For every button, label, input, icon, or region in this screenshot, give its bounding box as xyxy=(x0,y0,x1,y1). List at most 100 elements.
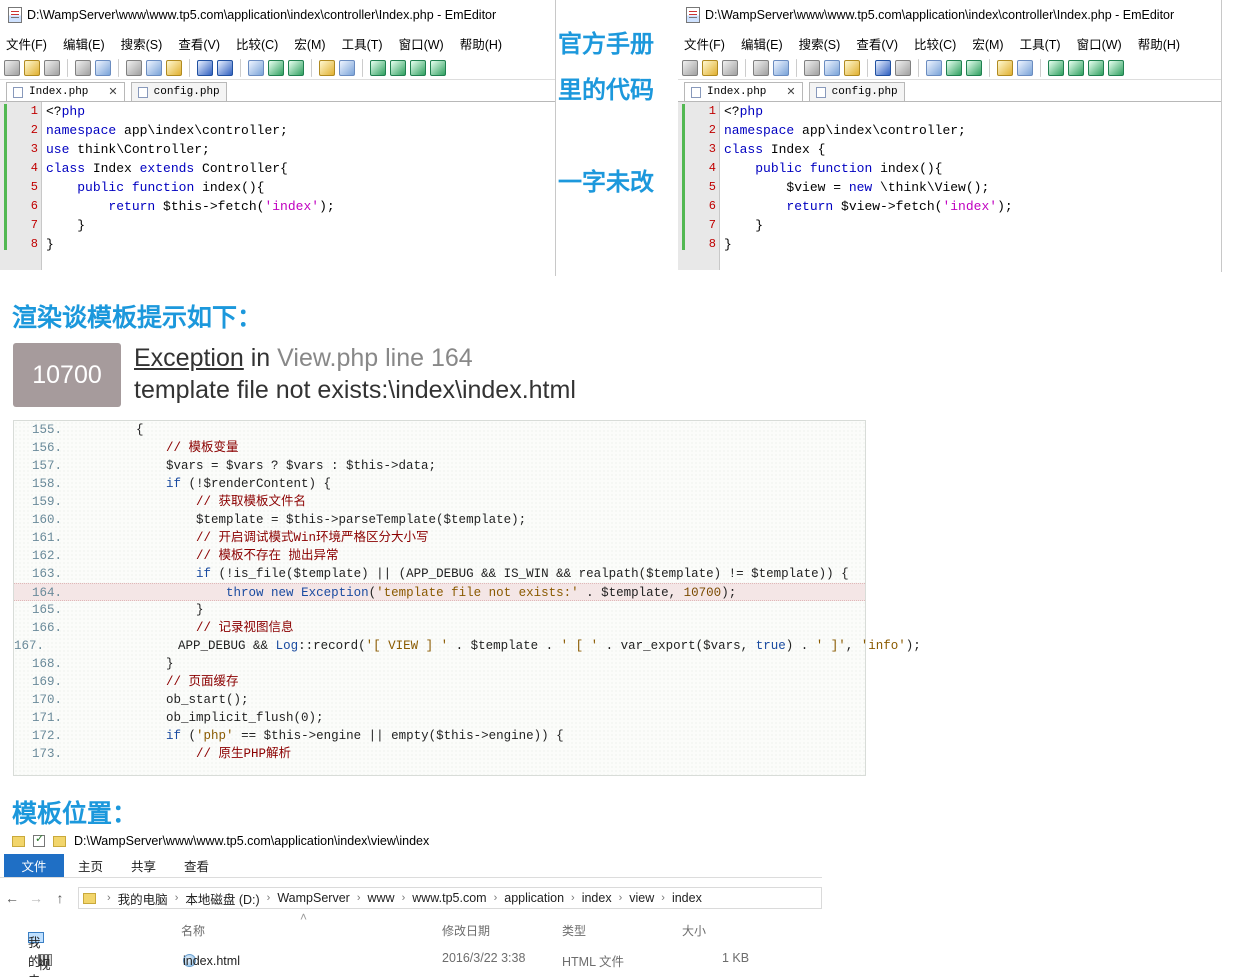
menu-edit[interactable]: 编辑(E) xyxy=(63,34,105,53)
breadcrumb-tp5[interactable]: www.tp5.com xyxy=(412,891,486,905)
menu-help[interactable]: 帮助(H) xyxy=(460,34,502,53)
menu-file[interactable]: 文件(F) xyxy=(684,34,725,53)
print-icon[interactable] xyxy=(75,59,91,76)
exception-type-link[interactable]: Exception xyxy=(134,344,244,372)
tab-config-php[interactable]: config.php xyxy=(808,82,905,101)
filter-icon[interactable] xyxy=(339,59,355,76)
window-mode-icon[interactable] xyxy=(430,59,446,76)
file-row[interactable]: 视频 index.html 2016/3/22 3:38 HTML 文件 1 K… xyxy=(0,948,822,972)
undo-icon[interactable] xyxy=(197,59,213,76)
code-editor[interactable]: 1 2 3 4 5 6 7 8 <?php namespace app\inde… xyxy=(0,102,555,270)
replace-icon[interactable] xyxy=(319,59,335,76)
close-tab-icon[interactable]: ✕ xyxy=(108,85,117,99)
new-folder-icon[interactable] xyxy=(53,835,66,847)
open-folder-icon[interactable] xyxy=(702,59,718,76)
document-tabs: Index.php ✕ config.php xyxy=(0,80,555,102)
menu-help[interactable]: 帮助(H) xyxy=(1138,34,1180,53)
ribbon-tab-file[interactable]: 文件 xyxy=(4,854,64,877)
tab-index-php[interactable]: Index.php ✕ xyxy=(6,82,125,101)
new-file-icon[interactable] xyxy=(4,59,20,76)
cut-icon[interactable] xyxy=(126,59,142,76)
folder-icon xyxy=(12,835,25,847)
print-icon[interactable] xyxy=(753,59,769,76)
cut-icon[interactable] xyxy=(804,59,820,76)
toolbar xyxy=(678,56,1221,80)
back-arrow-icon[interactable]: ← xyxy=(0,890,24,906)
code-editor[interactable]: 1 2 3 4 5 6 7 8 <?php namespace app\inde… xyxy=(678,102,1221,270)
print-preview-icon[interactable] xyxy=(773,59,789,76)
save-icon[interactable] xyxy=(722,59,738,76)
up-arrow-icon[interactable]: ↑ xyxy=(48,890,72,906)
forward-arrow-icon[interactable]: → xyxy=(24,890,48,906)
menu-compare[interactable]: 比较(C) xyxy=(236,34,278,53)
filter-icon[interactable] xyxy=(1017,59,1033,76)
ribbon-tab-home[interactable]: 主页 xyxy=(64,854,117,877)
replace-icon[interactable] xyxy=(997,59,1013,76)
paste-icon[interactable] xyxy=(166,59,182,76)
paste-icon[interactable] xyxy=(844,59,860,76)
tab-index-php[interactable]: Index.php ✕ xyxy=(684,82,803,101)
line-number: 8 xyxy=(708,237,716,251)
menu-view[interactable]: 查看(V) xyxy=(856,34,898,53)
ribbon-tab-share[interactable]: 共享 xyxy=(117,854,170,877)
annotation-unchanged: 一字未改 xyxy=(558,168,654,196)
find-icon[interactable] xyxy=(926,59,942,76)
find-icon[interactable] xyxy=(248,59,264,76)
find-previous-icon[interactable] xyxy=(288,59,304,76)
find-next-icon[interactable] xyxy=(268,59,284,76)
line-number: 3 xyxy=(30,142,38,156)
line-number: 5 xyxy=(708,180,716,194)
menu-compare[interactable]: 比较(C) xyxy=(914,34,956,53)
breadcrumb-local-disk[interactable]: 本地磁盘 (D:) xyxy=(185,889,259,908)
new-file-icon[interactable] xyxy=(682,59,698,76)
breadcrumb-my-computer[interactable]: 我的电脑 xyxy=(118,889,168,908)
menu-macro[interactable]: 宏(M) xyxy=(972,34,1003,53)
word-wrap-icon[interactable] xyxy=(370,59,386,76)
menu-edit[interactable]: 编辑(E) xyxy=(741,34,783,53)
copy-icon[interactable] xyxy=(146,59,162,76)
menu-file[interactable]: 文件(F) xyxy=(6,34,47,53)
ribbon-tab-view[interactable]: 查看 xyxy=(170,854,223,877)
word-wrap-icon[interactable] xyxy=(1048,59,1064,76)
breadcrumb-view[interactable]: view xyxy=(629,891,654,905)
window-mode-icon[interactable] xyxy=(1108,59,1124,76)
menu-window[interactable]: 窗口(W) xyxy=(1077,34,1122,53)
tab-label: Index.php xyxy=(29,86,89,98)
menu-view[interactable]: 查看(V) xyxy=(178,34,220,53)
undo-icon[interactable] xyxy=(875,59,891,76)
print-preview-icon[interactable] xyxy=(95,59,111,76)
save-icon[interactable] xyxy=(44,59,60,76)
refresh-icon[interactable] xyxy=(410,59,426,76)
code-lines: <?php namespace app\index\controller; cl… xyxy=(720,102,1221,270)
menu-search[interactable]: 搜索(S) xyxy=(121,34,163,53)
redo-icon[interactable] xyxy=(217,59,233,76)
breadcrumb-index[interactable]: index xyxy=(582,891,612,905)
properties-icon[interactable] xyxy=(33,832,45,847)
open-folder-icon[interactable] xyxy=(24,59,40,76)
tab-label: config.php xyxy=(831,86,898,98)
document-tabs: Index.php ✕ config.php xyxy=(678,80,1221,102)
sidebar-row: 我的电脑 xyxy=(0,926,822,977)
menu-macro[interactable]: 宏(M) xyxy=(294,34,325,53)
tab-config-php[interactable]: config.php xyxy=(130,82,227,101)
breadcrumb-index-current[interactable]: index xyxy=(672,891,702,905)
code-line: <?php xyxy=(724,104,764,119)
breadcrumb-wampserver[interactable]: WampServer xyxy=(277,891,349,905)
split-window-icon[interactable] xyxy=(1068,59,1084,76)
find-next-icon[interactable] xyxy=(946,59,962,76)
menu-tools[interactable]: 工具(T) xyxy=(342,34,383,53)
breadcrumb-www[interactable]: www xyxy=(367,891,394,905)
address-bar[interactable]: › 我的电脑 › 本地磁盘 (D:) › WampServer › www › … xyxy=(78,887,822,909)
copy-icon[interactable] xyxy=(824,59,840,76)
split-window-icon[interactable] xyxy=(390,59,406,76)
redo-icon[interactable] xyxy=(895,59,911,76)
close-tab-icon[interactable]: ✕ xyxy=(786,85,795,99)
line-number-gutter: 1 2 3 4 5 6 7 8 xyxy=(0,102,42,270)
menu-window[interactable]: 窗口(W) xyxy=(399,34,444,53)
annotation-official-manual: 官方手册 xyxy=(558,30,654,58)
find-previous-icon[interactable] xyxy=(966,59,982,76)
refresh-icon[interactable] xyxy=(1088,59,1104,76)
menu-search[interactable]: 搜索(S) xyxy=(799,34,841,53)
menu-tools[interactable]: 工具(T) xyxy=(1020,34,1061,53)
breadcrumb-application[interactable]: application xyxy=(504,891,564,905)
